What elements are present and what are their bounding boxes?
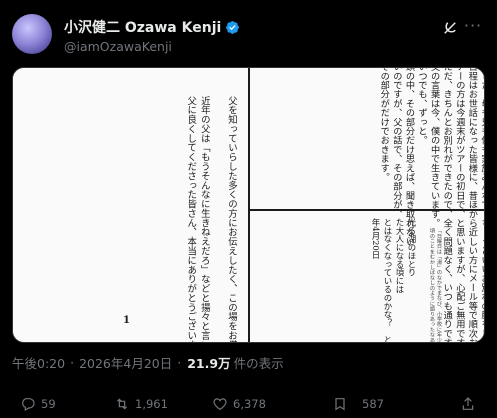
letter-text-right-top: ました。母も兄も僕も家族みんなで、ちょうどいいお別れの顔をしてゆりお別れをして、… (378, 68, 485, 343)
retweet-count: 1,961 (135, 397, 168, 411)
verified-badge-icon (226, 20, 240, 34)
like-count: 6,378 (233, 397, 266, 411)
share-button[interactable] (460, 394, 476, 414)
page-divider-horizontal (250, 209, 484, 211)
avatar[interactable] (12, 14, 52, 54)
share-icon (462, 397, 474, 410)
letter-text-right-footnote: 「日曜日は「湯」のなかでまなび、小学校に年少の 頃のことをむかしばなしのように語… (429, 228, 442, 343)
letter-text-right-bottom: 光る湖のほとり た大人になる頃には とはなくなっているのかな？ と 年4月20日 (371, 218, 417, 343)
bookmark-count: 587 (362, 397, 384, 411)
like-button[interactable]: 6,378 (212, 394, 266, 414)
views-count: 21.9万 (187, 355, 231, 371)
bookmark-icon (335, 398, 345, 411)
views-label: 件の表示 (233, 355, 284, 371)
page-number: 1 (123, 315, 130, 326)
bookmark-button[interactable] (332, 394, 348, 414)
more-icon[interactable]: ··· (463, 18, 483, 38)
tweet-meta: 午後0:20 · 2026年4月20日 · 21.9万 件の表示 (12, 353, 284, 371)
tweet-header: 小沢健二 Ozawa Kenji @iamOzawaKenji ··· (12, 10, 485, 58)
reply-button[interactable]: 59 (20, 394, 56, 414)
tweet-actions: 59 1,961 6,378 587 (12, 394, 485, 414)
reply-icon (22, 398, 35, 412)
author-display-name[interactable]: 小沢健二 Ozawa Kenji (64, 17, 221, 37)
bookmark-count-group: 587 (362, 394, 384, 414)
tweet-media-image[interactable]: 父を知っていらした多くの方にお伝えしたく、この場をお借りするのですが、筑波大学名… (12, 67, 485, 343)
tweet-date[interactable]: 2026年4月20日 (79, 353, 172, 372)
like-icon (213, 398, 227, 411)
letter-page-right: ました。母も兄も僕も家族みんなで、ちょうどいいお別れの顔をしてゆりお別れをして、… (250, 68, 485, 343)
author-name-row: 小沢健二 Ozawa Kenji (64, 18, 240, 36)
letter-text-left: 父を知っていらした多くの方にお伝えしたく、この場をお借りするのですが、筑波大学名… (185, 96, 237, 343)
letter-page-left: 父を知っていらした多くの方にお伝えしたく、この場をお借りするのですが、筑波大学名… (13, 68, 248, 343)
retweet-icon (116, 398, 128, 410)
meta-separator: · (177, 354, 182, 370)
grok-icon[interactable] (441, 19, 459, 37)
author-handle[interactable]: @iamOzawaKenji (64, 39, 172, 54)
retweet-button[interactable]: 1,961 (114, 394, 168, 414)
meta-separator: · (70, 354, 75, 370)
reply-count: 59 (41, 397, 56, 411)
tweet-time[interactable]: 午後0:20 (12, 353, 65, 372)
